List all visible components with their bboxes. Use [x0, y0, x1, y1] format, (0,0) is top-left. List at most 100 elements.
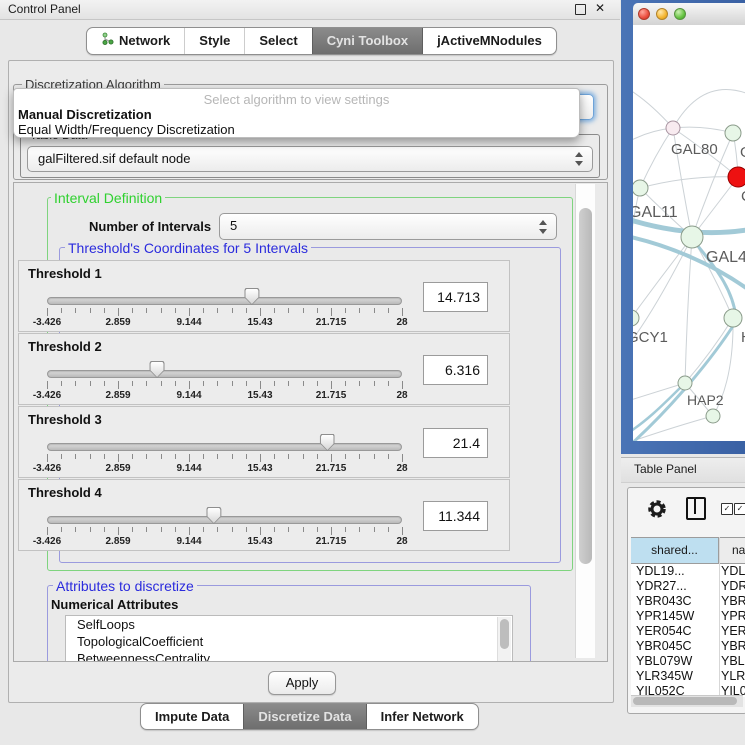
threshold-value-field[interactable]: 14.713	[423, 282, 488, 312]
numerical-attributes-list[interactable]: SelfLoopsTopologicalCoefficientBetweenne…	[65, 615, 513, 662]
network-window-titlebar[interactable]	[633, 3, 745, 26]
network-edge[interactable]	[640, 128, 673, 188]
table-row[interactable]: YBR043CYBR0	[631, 594, 745, 609]
dropdown-option-equal-width-frequency-discretization[interactable]: Equal Width/Frequency Discretization	[14, 122, 579, 137]
numerical-attributes-label: Numerical Attributes	[51, 597, 178, 612]
settings-vertical-scrollbar[interactable]	[575, 184, 595, 658]
split-columns-icon[interactable]	[686, 497, 706, 520]
table-horizontal-scrollbar[interactable]	[631, 695, 743, 707]
network-icon	[101, 29, 114, 53]
threshold-slider[interactable]: -3.4262.8599.14415.4321.71528	[47, 431, 402, 475]
table-panel-titlebar: Table Panel	[621, 457, 745, 483]
float-window-icon[interactable]	[575, 4, 586, 15]
tab-cyni-toolbox[interactable]: Cyni Toolbox	[312, 28, 422, 54]
close-traffic-light[interactable]	[638, 8, 650, 20]
threshold-label: Threshold 2	[28, 339, 102, 354]
network-node-gal80[interactable]	[666, 121, 680, 135]
number-of-intervals-combobox[interactable]: 5	[219, 213, 557, 240]
tab-label: jActiveMNodules	[437, 29, 542, 53]
network-edge[interactable]	[633, 85, 673, 128]
table-toolbar: ✓ ✓	[628, 488, 745, 532]
network-node[interactable]	[706, 409, 720, 423]
network-node-gal11[interactable]	[633, 180, 648, 196]
network-edge[interactable]	[633, 237, 692, 318]
table-row[interactable]: YPR145WYPR1	[631, 609, 745, 624]
tab-label: Infer Network	[381, 705, 464, 729]
network-view-window[interactable]: GAL80GCGAL11GAL4GCY1HHAP2	[621, 0, 745, 454]
threshold-value-field[interactable]: 6.316	[423, 355, 488, 385]
attribute-item-betweennesscentrality[interactable]: BetweennessCentrality	[66, 650, 512, 662]
tab-label: Style	[199, 29, 230, 53]
slider-track[interactable]	[47, 297, 402, 305]
close-icon[interactable]: ✕	[595, 1, 605, 15]
app-root: Control Panel ✕ Network Style	[0, 0, 745, 745]
network-node-h[interactable]	[724, 309, 742, 327]
tab-impute-data[interactable]: Impute Data	[141, 704, 243, 729]
slider-thumb[interactable]	[244, 288, 259, 305]
tab-style[interactable]: Style	[184, 28, 244, 54]
threshold-value-field[interactable]: 11.344	[423, 501, 488, 531]
network-node-gal4[interactable]	[681, 226, 703, 248]
network-node-g[interactable]	[725, 125, 741, 141]
threshold-box: Threshold 3 -3.4262.8599.14415.4321.7152…	[18, 406, 510, 478]
network-node-hap2[interactable]	[678, 376, 692, 390]
network-node-gcy1[interactable]	[633, 310, 639, 326]
network-node-label: GAL80	[671, 141, 718, 158]
table-row[interactable]: YDR27...YDR2	[631, 579, 745, 594]
apply-button[interactable]: Apply	[268, 671, 336, 695]
slider-thumb[interactable]	[320, 434, 335, 451]
table-row[interactable]: YBL079WYBL0	[631, 654, 745, 669]
column-header-shared-[interactable]: shared...	[631, 538, 719, 563]
table-row[interactable]: YDL19...YDL1	[631, 564, 745, 579]
attributes-list-scrollbar[interactable]	[497, 617, 511, 661]
column-header-na-[interactable]: na...	[719, 538, 745, 563]
tab-select[interactable]: Select	[244, 28, 311, 54]
attribute-item-selfloops[interactable]: SelfLoops	[66, 616, 512, 633]
table-row[interactable]: YER054CYER0	[631, 624, 745, 639]
slider-thumb[interactable]	[150, 361, 165, 378]
slider-thumb[interactable]	[206, 507, 221, 524]
checkbox-icon[interactable]: ✓	[721, 503, 733, 515]
network-canvas[interactable]: GAL80GCGAL11GAL4GCY1HHAP2	[633, 25, 745, 441]
threshold-slider[interactable]: -3.4262.8599.14415.4321.71528	[47, 504, 402, 548]
table-rows: YDL19...YDL1YDR27...YDR2YBR043CYBR0YPR14…	[631, 564, 745, 699]
network-node-label: G	[740, 144, 745, 161]
slider-track[interactable]	[47, 370, 402, 378]
attribute-item-topologicalcoefficient[interactable]: TopologicalCoefficient	[66, 633, 512, 650]
slider-track[interactable]	[47, 516, 402, 524]
gear-icon[interactable]	[646, 498, 668, 525]
network-node-c[interactable]	[728, 167, 745, 187]
scrollbar-thumb[interactable]	[579, 208, 592, 564]
table-cell: YBL0	[716, 654, 745, 669]
threshold-value-field[interactable]: 21.4	[423, 428, 488, 458]
table-row[interactable]: YBR045CYBR0	[631, 639, 745, 654]
network-edge[interactable]	[685, 318, 733, 383]
network-edge[interactable]	[673, 90, 745, 128]
scrollbar-thumb[interactable]	[633, 697, 737, 705]
tab-label: Discretize Data	[258, 705, 351, 729]
node-table[interactable]: shared...na... YDL19...YDL1YDR27...YDR2Y…	[631, 537, 745, 697]
tab-discretize-data[interactable]: Discretize Data	[243, 704, 365, 729]
dropdown-option-manual-discretization[interactable]: Manual Discretization	[14, 107, 579, 122]
network-edge[interactable]	[640, 177, 738, 188]
threshold-slider[interactable]: -3.4262.8599.14415.4321.71528	[47, 358, 402, 402]
tab-network[interactable]: Network	[87, 28, 184, 54]
table-data-combobox[interactable]: galFiltered.sif default node	[27, 146, 593, 172]
network-edge[interactable]	[673, 127, 733, 133]
tab-infer-network[interactable]: Infer Network	[366, 704, 478, 729]
minimize-traffic-light[interactable]	[656, 8, 668, 20]
threshold-slider[interactable]: -3.4262.8599.14415.4321.71528	[47, 285, 402, 329]
table-cell: YBR0	[716, 639, 745, 654]
slider-ticks	[47, 527, 402, 536]
network-node-label: GAL4	[706, 249, 745, 266]
table-row[interactable]: YLR345WYLR3	[631, 669, 745, 684]
threshold-box: Threshold 2 -3.4262.8599.14415.4321.7152…	[18, 333, 510, 405]
dropdown-placeholder: Select algorithm to view settings	[14, 92, 579, 107]
checkbox-icon[interactable]: ✓	[734, 503, 745, 515]
tab-jactivemnodules[interactable]: jActiveMNodules	[422, 28, 556, 54]
slider-track[interactable]	[47, 443, 402, 451]
zoom-traffic-light[interactable]	[674, 8, 686, 20]
network-graph[interactable]: GAL80GCGAL11GAL4GCY1HHAP2	[633, 25, 745, 441]
table-cell: YBR043C	[631, 594, 716, 609]
network-edge[interactable]	[633, 383, 685, 403]
